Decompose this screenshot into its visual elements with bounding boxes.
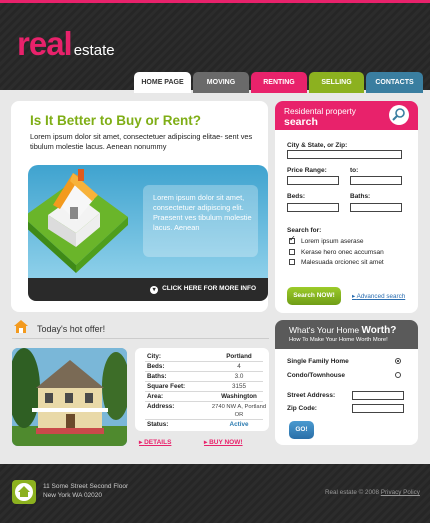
street-address-input[interactable]	[352, 391, 404, 400]
search-option-2[interactable]: Kerase hero onec accumsan	[289, 249, 384, 256]
search-heading-line1: Residental property	[284, 106, 356, 116]
row-key: Baths:	[147, 373, 167, 380]
offer-house-photo[interactable]	[12, 348, 127, 446]
search-option-1-label: Lorem ipsum aserase	[301, 238, 364, 245]
hot-offer-title: Today's hot offer!	[37, 324, 106, 334]
row-key: Beds:	[147, 363, 165, 370]
search-now-button[interactable]: Search NOW!	[287, 287, 341, 305]
site-footer: 11 Some Street Second Floor New York WA …	[0, 464, 430, 523]
tab-selling[interactable]: SELLING	[309, 72, 364, 93]
row-divider	[145, 391, 263, 392]
row-divider	[145, 419, 263, 420]
search-option-2-label: Kerase hero onec accumsan	[301, 249, 384, 256]
footer-address-line2: New York WA 02020	[43, 492, 103, 499]
beds-label: Beds:	[287, 193, 306, 200]
home-icon[interactable]	[12, 480, 36, 504]
copyright-text: Real estate © 2008	[325, 489, 381, 496]
home-worth-subheading: How To Make Your Home Worth More!	[289, 337, 388, 343]
more-info-link[interactable]: ▾ CLICK HERE FOR MORE INFO	[150, 285, 256, 294]
street-address-label: Street Address:	[287, 392, 336, 399]
privacy-policy-link[interactable]: Privacy Policy	[381, 489, 420, 496]
logo-sub-text: estate	[73, 42, 115, 59]
price-range-label: Price Range:	[287, 167, 327, 174]
checkbox-checked[interactable]	[289, 234, 296, 244]
checkbox[interactable]	[289, 249, 295, 255]
logo[interactable]: real estate	[17, 25, 115, 63]
chevron-down-icon: ▾	[150, 286, 159, 294]
price-min-input[interactable]	[287, 176, 339, 185]
hero-more-bar: ▾ CLICK HERE FOR MORE INFO	[28, 278, 268, 301]
tab-home-page[interactable]: HOME PAGE	[134, 72, 191, 93]
row-divider	[145, 371, 263, 372]
row-key: City:	[147, 353, 161, 360]
footer-address: 11 Some Street Second Floor New York WA …	[43, 482, 128, 500]
heading-pre: What's Your Home	[289, 325, 362, 335]
row-key: Area:	[147, 393, 164, 400]
more-info-label: CLICK HERE FOR MORE INFO	[162, 285, 256, 292]
hero-text-box: Lorem ipsum dolor sit amet, consectetuer…	[143, 185, 258, 257]
advanced-search-link[interactable]: ▸ Advanced search	[352, 293, 405, 300]
search-magnifier-icon[interactable]	[389, 105, 409, 125]
buy-now-label: BUY NOW!	[209, 439, 243, 446]
row-value: 3155	[231, 383, 246, 390]
search-heading-line2: search	[284, 116, 318, 128]
price-to-label: to:	[350, 167, 359, 174]
hero-intro: Lorem ipsum dolor sit amet, consectetuer…	[30, 132, 253, 151]
row-value: Portland	[226, 353, 252, 360]
home-worth-heading: What's Your Home Worth?	[289, 325, 396, 336]
advanced-search-label: Advanced search	[356, 293, 406, 300]
search-option-3-label: Malesuada orcionec sit amet	[301, 259, 384, 266]
search-option-3[interactable]: Malesuada orcionec sit amet	[289, 259, 384, 266]
home-worth-header: What's Your Home Worth? How To Make Your…	[275, 320, 418, 349]
city-input[interactable]	[287, 150, 402, 159]
row-value: Washington	[221, 393, 257, 400]
city-label: City & State, or Zip:	[287, 142, 348, 149]
baths-label: Baths:	[350, 193, 371, 200]
row-divider	[145, 381, 263, 382]
type-single-family-label: Single Family Home	[287, 358, 349, 365]
zip-code-label: Zip Code:	[287, 405, 317, 412]
buy-now-link[interactable]: ▸ BUY NOW!	[204, 438, 243, 446]
go-button[interactable]: GO!	[289, 421, 314, 439]
divider	[12, 338, 269, 339]
zip-code-input[interactable]	[352, 404, 404, 413]
checkbox[interactable]	[289, 259, 295, 265]
row-value: 4	[237, 363, 241, 370]
search-for-label: Search for:	[287, 227, 322, 234]
row-divider	[145, 401, 263, 402]
baths-input[interactable]	[350, 203, 402, 212]
offer-details-table: City: Portland Beds: 4 Baths: 3.0 Square Fe…	[135, 348, 269, 431]
footer-copyright: Real estate © 2008 Privacy Policy	[325, 489, 420, 496]
footer-address-line1: 11 Some Street Second Floor	[43, 483, 129, 490]
logo-main-text: real	[17, 25, 73, 62]
search-option-1[interactable]: Lorem ipsum aserase	[289, 234, 364, 245]
row-value: Active	[229, 421, 249, 428]
site-header: real estate HOME PAGE MOVING RENTING SELL…	[0, 3, 430, 93]
heading-bold: Worth?	[361, 325, 397, 336]
price-max-input[interactable]	[350, 176, 402, 185]
details-label: DETAILS	[144, 439, 172, 446]
tab-renting[interactable]: RENTING	[251, 72, 307, 93]
details-link[interactable]: ▸ DETAILS	[139, 438, 171, 446]
row-key: Address:	[147, 403, 175, 410]
tab-moving[interactable]: MOVING	[193, 72, 249, 93]
house-icon	[14, 320, 28, 333]
row-divider	[145, 361, 263, 362]
main-nav: HOME PAGE MOVING RENTING SELLING CONTACT…	[134, 72, 423, 93]
hero-banner: Lorem ipsum dolor sit amet, consectetuer…	[28, 165, 268, 278]
hero-title: Is It Better to Buy or Rent?	[30, 113, 202, 128]
search-header: Residental property search	[275, 101, 418, 130]
row-value: 3.0	[234, 373, 244, 380]
beds-input[interactable]	[287, 203, 339, 212]
radio-condo[interactable]	[395, 372, 401, 378]
radio-single-family[interactable]	[395, 358, 401, 364]
row-key: Square Feet:	[147, 383, 186, 390]
hero-box-text: Lorem ipsum dolor sit amet, consectetuer…	[153, 193, 252, 232]
house-illustration-icon	[28, 169, 128, 273]
type-condo-label: Condo/Townhouse	[287, 372, 346, 379]
tab-contacts[interactable]: CONTACTS	[366, 72, 423, 93]
row-key: Status:	[147, 421, 169, 428]
row-value: 2740 NW A, Portland OR	[211, 404, 267, 418]
